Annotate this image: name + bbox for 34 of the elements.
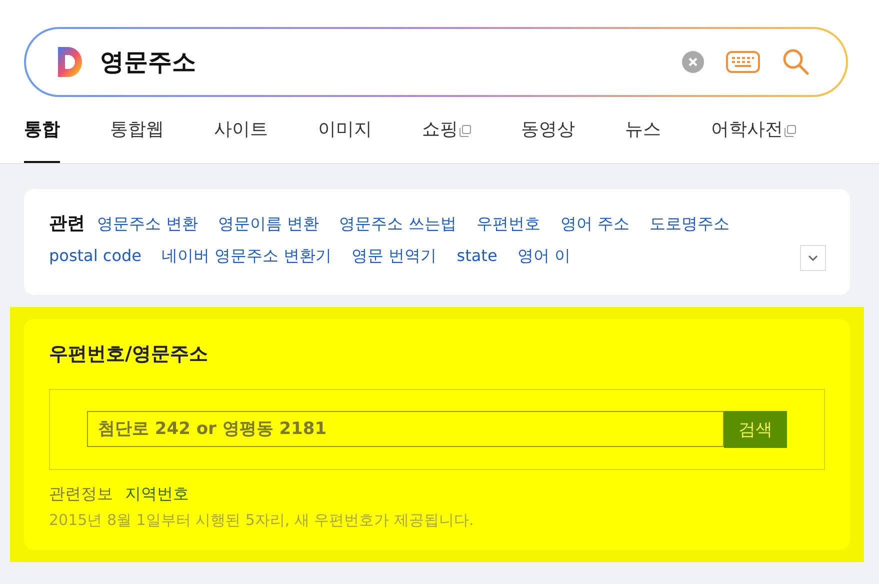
chevron-icon: [808, 255, 818, 261]
tab[interactable]: 이미지: [318, 109, 372, 163]
related-title: 관련: [49, 212, 85, 235]
search-query: 영문주소: [100, 47, 197, 78]
address-field[interactable]: 첨단로 242 or 영평동 2181: [87, 411, 724, 447]
clear-icon[interactable]: [682, 51, 704, 73]
notice-text: 2015년 8월 1일부터 시행된 5자리, 새 우편번호가 제공됩니다.: [49, 511, 475, 530]
related-link[interactable]: 영어 주소: [560, 212, 630, 236]
search-button[interactable]: 검색: [724, 411, 787, 448]
tab[interactable]: 뉴스: [625, 109, 661, 163]
tab[interactable]: 통합: [24, 109, 60, 163]
info-label: 관련정보: [49, 484, 113, 505]
tab[interactable]: 통합웹: [110, 109, 164, 163]
related-link[interactable]: postal code: [49, 244, 142, 268]
tab[interactable]: 쇼핑: [422, 109, 471, 163]
keyboard-icon[interactable]: [726, 51, 760, 73]
related-link[interactable]: state: [456, 244, 498, 268]
related-link[interactable]: 영문 번역기: [352, 244, 437, 268]
tab[interactable]: 어학사전: [711, 109, 796, 163]
area-code-link[interactable]: 지역번호: [125, 484, 189, 505]
tab[interactable]: 사이트: [214, 109, 268, 163]
search-icon[interactable]: [782, 48, 810, 76]
related-link[interactable]: 영어 이: [517, 244, 570, 268]
related-link[interactable]: 우편번호: [476, 212, 540, 236]
related-link[interactable]: 도로명주소: [649, 212, 730, 236]
related-link[interactable]: 영문주소 변환: [97, 212, 198, 236]
logo-icon: [56, 45, 84, 79]
expand-button[interactable]: [800, 245, 826, 271]
related-link[interactable]: 영문이름 변환: [218, 212, 320, 236]
related-link[interactable]: 영문주소 쓰는법: [339, 212, 456, 236]
postcode-title: 우편번호/영문주소: [49, 342, 209, 367]
tab[interactable]: 동영상: [521, 109, 575, 163]
search-field[interactable]: 영문주소: [24, 27, 848, 97]
related-link[interactable]: 네이버 영문주소 변환기: [161, 244, 332, 268]
